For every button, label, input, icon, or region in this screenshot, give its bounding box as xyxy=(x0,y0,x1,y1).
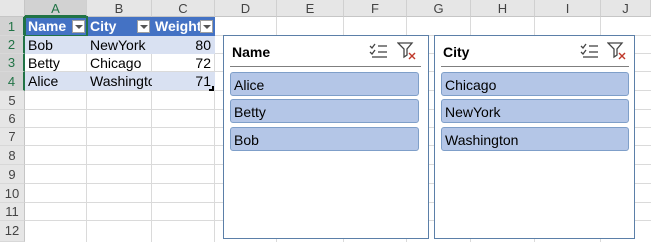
table-cell[interactable]: 71 xyxy=(152,72,215,90)
select-all-corner[interactable] xyxy=(0,0,25,17)
column-header-f[interactable]: F xyxy=(344,0,407,17)
slicer-item[interactable]: Alice xyxy=(230,72,419,96)
column-header-d[interactable]: D xyxy=(215,0,277,17)
row-header-6[interactable]: 6 xyxy=(0,110,25,128)
table-cell[interactable]: Alice xyxy=(25,72,87,90)
column-header-g[interactable]: G xyxy=(407,0,471,17)
row-header-10[interactable]: 10 xyxy=(0,184,25,203)
row-header-4[interactable]: 4 xyxy=(0,72,25,91)
row-header-5[interactable]: 5 xyxy=(0,91,25,110)
slicer-title: City xyxy=(443,44,470,60)
multi-select-icon[interactable] xyxy=(369,43,389,59)
column-header-b[interactable]: B xyxy=(87,0,152,17)
row-header-1[interactable]: 1 xyxy=(0,17,25,36)
row-header-9[interactable]: 9 xyxy=(0,165,25,184)
name-slicer[interactable]: Name Alice Betty Bob xyxy=(223,35,429,239)
table-header-city[interactable]: City xyxy=(87,17,152,36)
slicer-item[interactable]: NewYork xyxy=(441,99,629,123)
slicer-item[interactable]: Chicago xyxy=(441,72,629,96)
row-header-2[interactable]: 2 xyxy=(0,36,25,54)
slicer-divider xyxy=(230,66,421,67)
row-header-3[interactable]: 3 xyxy=(0,54,25,72)
table-cell[interactable]: Washingto xyxy=(87,72,152,90)
row-header-11[interactable]: 11 xyxy=(0,203,25,221)
column-header-j[interactable]: J xyxy=(601,0,651,17)
row-header-12[interactable]: 12 xyxy=(0,221,25,242)
slicer-item[interactable]: Washington xyxy=(441,127,629,151)
slicer-divider xyxy=(441,66,629,67)
row-header-7[interactable]: 7 xyxy=(0,128,25,146)
slicer-item[interactable]: Bob xyxy=(230,127,419,151)
slicer-item[interactable]: Betty xyxy=(230,99,419,123)
multi-select-icon[interactable] xyxy=(580,43,600,59)
slicer-title: Name xyxy=(232,44,271,60)
spreadsheet-grid: A B C D E F G H I J 1 2 3 4 5 6 7 8 9 10… xyxy=(0,0,651,242)
table-cell[interactable]: NewYork xyxy=(87,36,152,54)
clear-filter-icon[interactable] xyxy=(397,42,417,60)
table-cell[interactable]: Betty xyxy=(25,54,87,72)
table-cell[interactable]: Bob xyxy=(25,36,87,54)
filter-dropdown-icon[interactable] xyxy=(200,20,213,33)
column-header-e[interactable]: E xyxy=(277,0,344,17)
table-cell[interactable]: 72 xyxy=(152,54,215,72)
clear-filter-icon[interactable] xyxy=(607,42,627,60)
column-header-c[interactable]: C xyxy=(152,0,215,17)
table-header-label: Weight xyxy=(155,18,202,34)
filter-dropdown-icon[interactable] xyxy=(137,20,150,33)
table-header-label: City xyxy=(90,18,117,34)
table-cell[interactable]: 80 xyxy=(152,36,215,54)
column-header-a[interactable]: A xyxy=(25,0,87,17)
city-slicer[interactable]: City Chicago NewYork Washington xyxy=(434,35,635,239)
row-header-8[interactable]: 8 xyxy=(0,146,25,165)
table-resize-handle[interactable] xyxy=(209,86,214,91)
column-header-h[interactable]: H xyxy=(471,0,535,17)
active-cell-selection xyxy=(24,16,88,37)
column-header-i[interactable]: I xyxy=(535,0,601,17)
table-header-weight[interactable]: Weight xyxy=(152,17,215,36)
table-cell[interactable]: Chicago xyxy=(87,54,152,72)
